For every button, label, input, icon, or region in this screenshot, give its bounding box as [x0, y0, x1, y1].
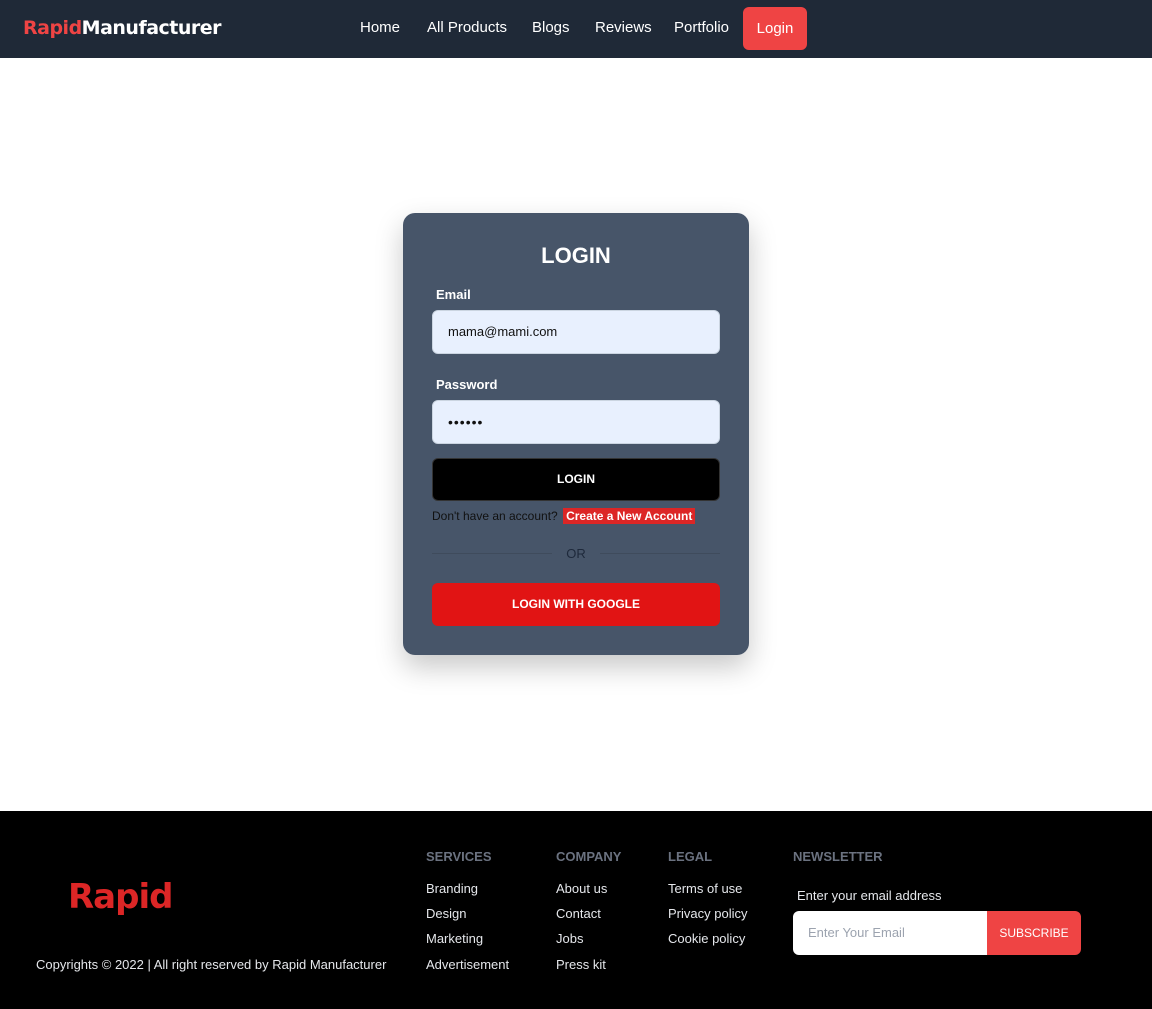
- nav-all-products[interactable]: All Products: [427, 19, 507, 36]
- nav-blogs[interactable]: Blogs: [532, 19, 570, 36]
- legal-heading: LEGAL: [668, 849, 713, 864]
- footer-link-advertisement[interactable]: Advertisement: [426, 957, 509, 972]
- footer-link-contact[interactable]: Contact: [556, 906, 601, 921]
- footer-link-privacy[interactable]: Privacy policy: [668, 906, 747, 921]
- subscribe-button[interactable]: SUBSCRIBE: [987, 911, 1081, 955]
- login-google-button[interactable]: LOGIN WITH GOOGLE: [432, 583, 720, 626]
- newsletter-heading: NEWSLETTER: [793, 849, 883, 864]
- nav-reviews[interactable]: Reviews: [595, 19, 652, 36]
- newsletter-label: Enter your email address: [797, 888, 942, 903]
- signup-prompt: Don't have an account?: [432, 509, 558, 523]
- navbar: RapidManufacturer Home All Products Blog…: [0, 0, 1152, 58]
- brand-logo[interactable]: RapidManufacturer: [23, 17, 222, 39]
- company-heading: COMPANY: [556, 849, 622, 864]
- nav-portfolio[interactable]: Portfolio: [674, 19, 729, 36]
- footer: Rapid Copyrights © 2022 | All right rese…: [0, 811, 1152, 1009]
- password-label: Password: [436, 377, 498, 392]
- login-card: LOGIN Email mama@mami.com Password •••••…: [403, 213, 749, 655]
- brand-rapid: Rapid: [23, 17, 82, 39]
- newsletter-email-input[interactable]: Enter Your Email: [793, 911, 987, 955]
- nav-home[interactable]: Home: [360, 19, 400, 36]
- email-field[interactable]: mama@mami.com: [432, 310, 720, 354]
- copyright-text: Copyrights © 2022 | All right reserved b…: [36, 957, 387, 972]
- footer-link-press-kit[interactable]: Press kit: [556, 957, 606, 972]
- services-heading: SERVICES: [426, 849, 492, 864]
- brand-manufacturer: Manufacturer: [81, 17, 222, 39]
- footer-link-marketing[interactable]: Marketing: [426, 931, 483, 946]
- footer-link-about[interactable]: About us: [556, 881, 607, 896]
- password-field[interactable]: ••••••: [432, 400, 720, 444]
- footer-link-jobs[interactable]: Jobs: [556, 931, 583, 946]
- footer-link-design[interactable]: Design: [426, 906, 466, 921]
- signup-row: Don't have an account? Create a New Acco…: [432, 508, 696, 524]
- nav-login-button[interactable]: Login: [743, 7, 807, 50]
- footer-link-cookie[interactable]: Cookie policy: [668, 931, 745, 946]
- footer-link-branding[interactable]: Branding: [426, 881, 478, 896]
- login-button[interactable]: LOGIN: [432, 458, 720, 501]
- create-account-link[interactable]: Create a New Account: [563, 508, 696, 524]
- footer-link-terms[interactable]: Terms of use: [668, 881, 742, 896]
- email-label: Email: [436, 287, 471, 302]
- login-title: LOGIN: [541, 243, 611, 268]
- divider-right: [600, 553, 720, 554]
- footer-logo: Rapid: [68, 877, 173, 917]
